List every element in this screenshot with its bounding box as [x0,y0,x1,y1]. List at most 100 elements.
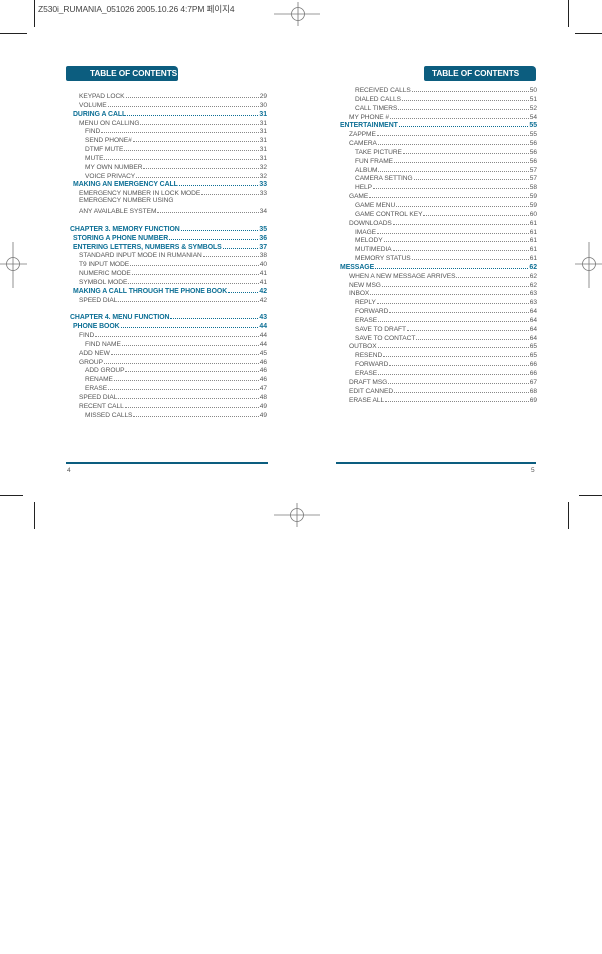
toc-entry[interactable]: NUMERIC MODE 41 [70,268,267,277]
toc-entry-title: REPLY [355,299,376,307]
toc-entry[interactable]: GAME MENU 59 [340,200,537,209]
dot-leader [423,209,529,216]
toc-entry[interactable]: ALBUM 57 [340,165,537,174]
toc-entry[interactable]: ADD GROUP 46 [70,365,267,374]
toc-entry[interactable]: SEND PHONE# 31 [70,135,267,144]
dot-leader [107,100,259,107]
toc-entry[interactable]: ERASE 66 [340,368,537,377]
toc-entry[interactable]: IMAGE 61 [340,227,537,236]
toc-entry[interactable]: FUN FRAME 56 [340,156,537,165]
toc-entry[interactable]: OUTBOX 65 [340,341,537,350]
toc-entry[interactable]: KEYPAD LOCK 29 [70,91,267,100]
toc-entry[interactable]: CAMERA 56 [340,138,537,147]
toc-list-left: KEYPAD LOCK 29 VOLUME 30 DURING A CALL 31 MENU… [70,91,267,419]
toc-entry[interactable]: ZAPPME 55 [340,129,537,138]
toc-entry[interactable]: MUTE 31 [70,153,267,162]
toc-entry[interactable]: CALL TIMERS 52 [340,103,537,112]
toc-entry[interactable]: MY PHONE # 54 [340,112,537,121]
toc-entry[interactable]: EDIT CANNED 68 [340,386,537,395]
crop-mark-icon [568,502,569,529]
toc-entry-page: 61 [529,255,537,263]
toc-entry-page: 59 [529,201,537,209]
toc-entry-title: ALBUM [355,166,378,174]
toc-entry[interactable]: EMERGENCY NUMBER IN LOCK MODE 33 [70,188,267,197]
toc-entry[interactable]: RENAME 46 [70,374,267,383]
toc-entry-page: 31 [259,110,267,118]
toc-entry[interactable]: CHAPTER 3. MEMORY FUNCTION 35 [70,224,267,233]
toc-entry[interactable]: ADD NEW 45 [70,348,267,357]
toc-entry[interactable]: DURING A CALL 31 [70,109,267,118]
toc-entry[interactable]: MISSED CALLS 49 [70,410,267,419]
toc-entry[interactable]: DRAFT MSG 67 [340,377,537,386]
toc-entry-page: 31 [259,146,267,154]
toc-entry[interactable]: GAME CONTROL KEY 60 [340,209,537,218]
toc-entry[interactable]: ENTERING LETTERS, NUMBERS & SYMBOLS 37 [70,242,267,251]
toc-entry-page: 43 [259,314,267,322]
dot-leader [381,280,529,287]
toc-entry[interactable]: FIND NAME 44 [70,339,267,348]
toc-entry[interactable]: T9 INPUT MODE 40 [70,259,267,268]
toc-entry[interactable]: RECENT CALL 49 [70,401,267,410]
toc-entry[interactable]: STORING A PHONE NUMBER 36 [70,233,267,242]
toc-entry[interactable]: FIND 44 [70,330,267,339]
toc-entry[interactable]: MAKING AN EMERGENCY CALL 33 [70,179,267,188]
toc-entry[interactable]: ERASE 64 [340,315,537,324]
toc-entry[interactable]: REPLY 63 [340,297,537,306]
toc-entry[interactable]: SAVE TO CONTACT 64 [340,333,537,342]
toc-entry[interactable]: ERASE 47 [70,383,267,392]
toc-entry[interactable]: ENTERTAINMENT 55 [340,120,537,129]
toc-entry[interactable]: TAKE PICTURE 56 [340,147,537,156]
toc-entry[interactable]: CAMERA SETTING 57 [340,173,537,182]
toc-entry-page: 36 [259,234,267,242]
toc-entry[interactable]: PHONE BOOK 44 [70,321,267,330]
toc-entry[interactable]: FORWARD 64 [340,306,537,315]
toc-entry[interactable]: SPEED DIAL 42 [70,295,267,304]
toc-entry[interactable]: FORWARD 66 [340,359,537,368]
dot-leader [130,259,259,267]
toc-entry[interactable]: GROUP 46 [70,357,267,366]
toc-entry[interactable]: STANDARD INPUT MODE IN RUMANIAN 38 [70,250,267,259]
dot-leader [113,374,259,382]
registration-target-icon [0,242,27,288]
toc-entry[interactable]: MY OWN NUMBER 32 [70,162,267,171]
toc-entry[interactable]: DIALED CALLS 51 [340,94,537,103]
toc-entry[interactable]: SYMBOL MODE 41 [70,277,267,286]
toc-entry-title: STORING A PHONE NUMBER [73,234,169,242]
toc-entry[interactable]: SPEED DIAL 48 [70,392,267,401]
toc-entry[interactable]: DOWNLOADS 61 [340,218,537,227]
toc-entry[interactable]: INBOX 63 [340,288,537,297]
dot-leader [388,377,529,384]
toc-entry[interactable]: FIND 31 [70,126,267,135]
toc-entry[interactable]: VOICE PRIVACY 32 [70,171,267,180]
toc-entry[interactable]: MEMORY STATUS 61 [340,253,537,262]
toc-entry[interactable]: WHEN A NEW MESSAGE ARRIVES 62 [340,271,537,280]
toc-entry[interactable]: HELP 58 [340,182,537,191]
toc-entry[interactable]: ERASE ALL 69 [340,395,537,404]
toc-entry[interactable]: ANY AVAILABLE SYSTEM 34 [70,206,267,215]
toc-entry[interactable]: CHAPTER 4. MENU FUNCTION 43 [70,312,267,321]
toc-entry-title: ENTERING LETTERS, NUMBERS & SYMBOLS [73,243,222,251]
registration-target-icon [274,503,320,527]
toc-entry[interactable]: NEW MSG 62 [340,280,537,289]
toc-entry[interactable]: RECEIVED CALLS 50 [340,85,537,94]
toc-entry-page: 31 [259,137,267,145]
toc-entry[interactable]: MELODY 61 [340,235,537,244]
toc-entry-title: VOICE PRIVACY [85,172,136,180]
toc-entry[interactable]: MUTIMEDIA 61 [340,244,537,253]
toc-entry[interactable]: VOLUME 30 [70,100,267,109]
toc-header: TABLE OF CONTENTS [66,66,178,81]
toc-entry[interactable]: GAME 59 [340,191,537,200]
toc-entry[interactable]: MENU ON CALLING 31 [70,118,267,127]
toc-entry[interactable]: MESSAGE 62 [340,262,537,271]
toc-entry-page: 41 [259,278,267,286]
toc-entry[interactable]: DTMF MUTE 31 [70,144,267,153]
toc-entry[interactable]: MAKING A CALL THROUGH THE PHONE BOOK 42 [70,286,267,295]
toc-entry[interactable]: EMERGENCY NUMBER USING [70,197,267,206]
toc-entry[interactable]: SAVE TO DRAFT 64 [340,324,537,333]
toc-entry-title: MY OWN NUMBER [85,163,143,171]
toc-entry-page: 31 [259,154,267,162]
toc-entry-page: 62 [529,272,537,280]
toc-entry-title: GAME [349,193,369,201]
toc-entry-page: 65 [529,352,537,360]
toc-entry[interactable]: RESEND 65 [340,350,537,359]
